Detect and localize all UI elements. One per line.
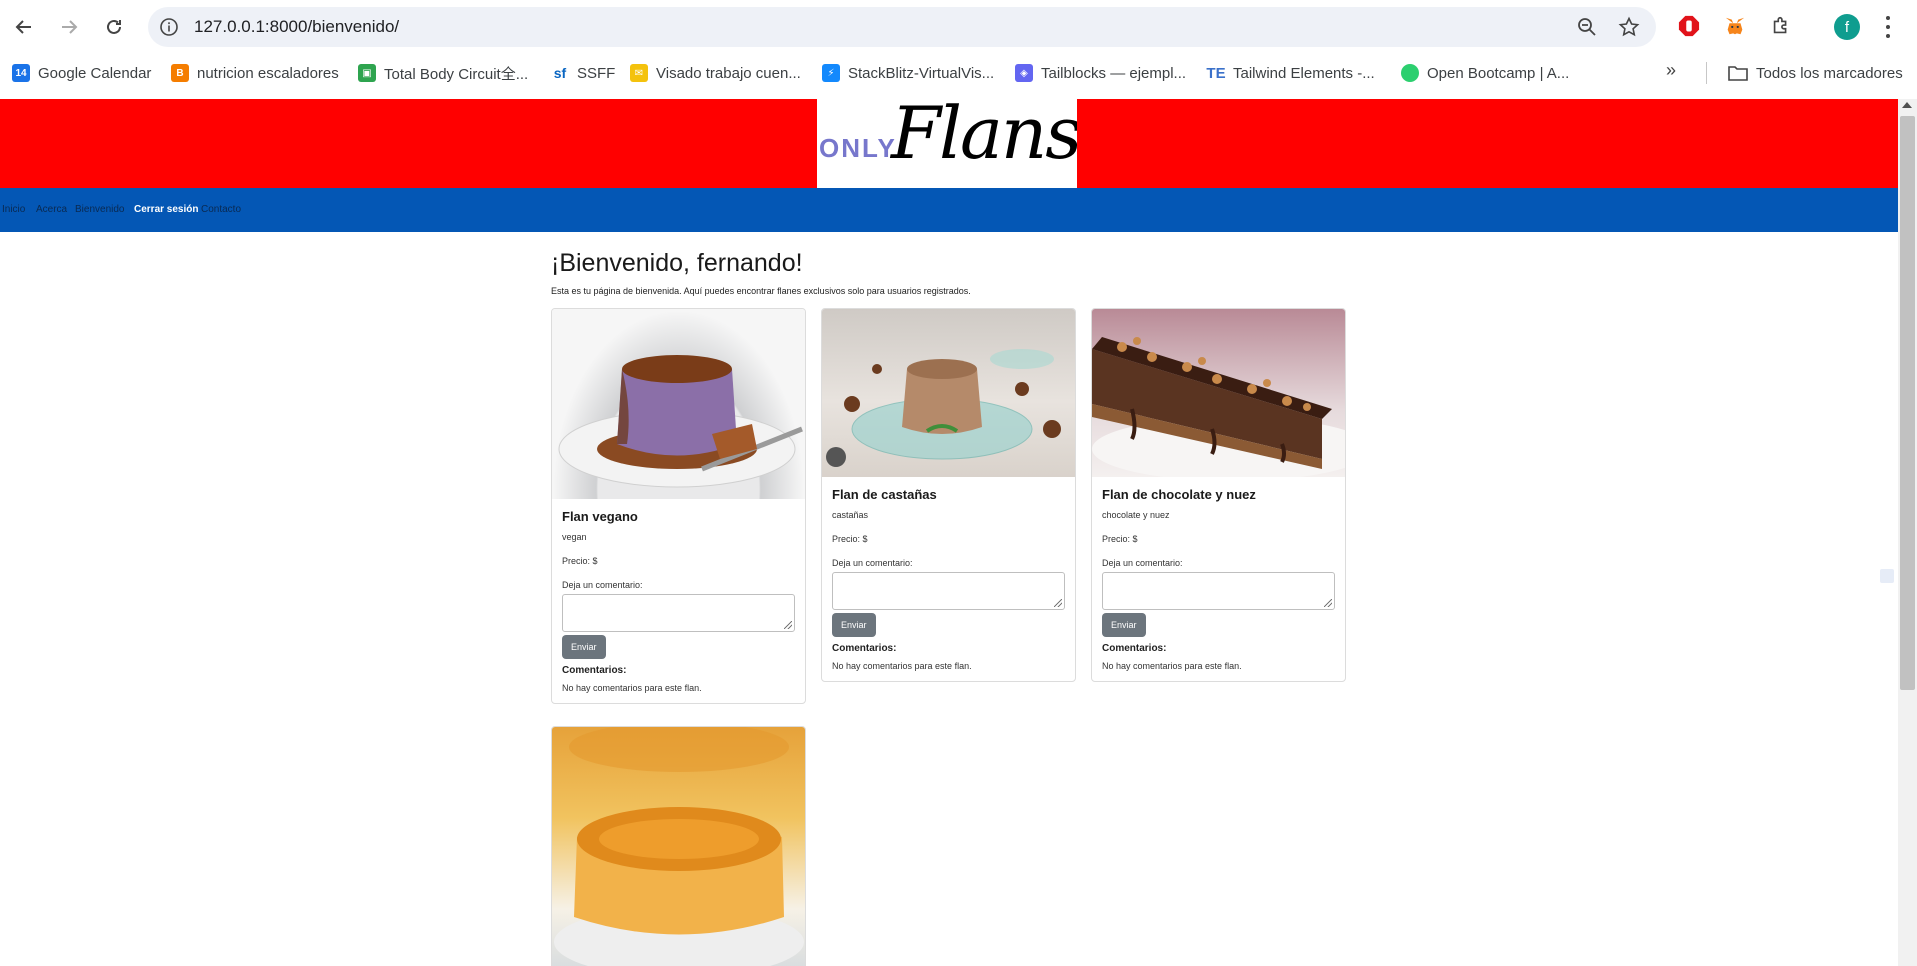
bookmark-nutricion-escaladores[interactable]: B nutricion escaladores xyxy=(171,62,339,84)
comment-label: Deja un comentario: xyxy=(562,580,643,590)
flan-price: Precio: $ xyxy=(1102,534,1138,544)
flan-card: Flan de chocolate y nuez chocolate y nue… xyxy=(1091,308,1346,682)
bookmarks-bar: 14 Google Calendar B nutricion escalador… xyxy=(0,58,1917,88)
site-header: ONLY Flans xyxy=(0,99,1898,188)
flan-image xyxy=(822,309,1075,477)
adblock-extension-icon[interactable] xyxy=(1676,13,1702,39)
blogger-icon: B xyxy=(171,64,189,82)
bolt-icon: ⚡ xyxy=(822,64,840,82)
bookmark-tailblocks[interactable]: ◈ Tailblocks — ejempl... xyxy=(1015,62,1186,84)
page-viewport: ONLY Flans Inicio Acerca Bienvenido Cerr… xyxy=(0,99,1898,966)
site-logo[interactable]: ONLY Flans xyxy=(817,99,1077,188)
flan-description: vegan xyxy=(562,532,587,542)
flan-card: Flan vegano vegan Precio: $ Deja un come… xyxy=(551,308,806,704)
zoom-icon[interactable] xyxy=(1576,16,1598,38)
bookmark-stackblitz[interactable]: ⚡ StackBlitz-VirtualVis... xyxy=(822,62,994,84)
site-navbar: Inicio Acerca Bienvenido Cerrar sesión C… xyxy=(0,188,1898,232)
blocks-icon: ◈ xyxy=(1015,64,1033,82)
back-button[interactable] xyxy=(8,11,40,43)
tablet-icon: ▣ xyxy=(358,64,376,82)
all-bookmarks-folder[interactable]: Todos los marcadores xyxy=(1728,62,1903,84)
submit-comment-button[interactable]: Enviar xyxy=(1102,613,1146,637)
reload-icon xyxy=(107,19,121,34)
reload-button[interactable] xyxy=(98,11,130,43)
extensions-puzzle-icon[interactable] xyxy=(1768,13,1794,39)
bookmark-total-body-circuit[interactable]: ▣ Total Body Circuit全... xyxy=(358,62,528,84)
flan-name: Flan de castañas xyxy=(832,487,937,502)
nav-link-acerca[interactable]: Acerca xyxy=(36,204,67,215)
flan-card: Flan de castañas castañas Precio: $ Deja… xyxy=(821,308,1076,682)
nav-link-cerrar-sesion[interactable]: Cerrar sesión xyxy=(134,204,198,215)
bookmark-star-icon[interactable] xyxy=(1618,16,1640,38)
page-title: ¡Bienvenido, fernando! xyxy=(551,249,803,277)
browser-menu-icon[interactable] xyxy=(1880,14,1896,40)
comment-textarea[interactable] xyxy=(1102,572,1335,610)
flan-price: Precio: $ xyxy=(832,534,868,544)
bookmark-google-calendar[interactable]: 14 Google Calendar xyxy=(12,62,151,84)
comments-heading: Comentarios: xyxy=(1102,643,1167,654)
calendar-icon: 14 xyxy=(12,64,30,82)
comments-heading: Comentarios: xyxy=(832,643,897,654)
sf-icon: sf xyxy=(551,64,569,82)
address-bar[interactable]: 127.0.0.1:8000/bienvenido/ xyxy=(148,7,1656,47)
resize-handle-icon[interactable] xyxy=(1054,599,1062,607)
no-comments-text: No hay comentarios para este flan. xyxy=(562,683,702,693)
scrollbar-thumb[interactable] xyxy=(1900,116,1915,690)
side-panel-icon[interactable] xyxy=(1880,569,1894,583)
profile-avatar[interactable]: f xyxy=(1834,14,1860,40)
submit-comment-button[interactable]: Enviar xyxy=(562,635,606,659)
mail-icon: ✉ xyxy=(630,64,648,82)
flan-card xyxy=(551,726,806,966)
nav-link-inicio[interactable]: Inicio xyxy=(2,204,25,215)
bookmark-tailwind-elements[interactable]: TE Tailwind Elements -... xyxy=(1206,62,1375,84)
bookmarks-overflow-chevron-icon[interactable]: » xyxy=(1666,60,1676,81)
ob-icon xyxy=(1401,64,1419,82)
welcome-lead: Esta es tu página de bienvenida. Aquí pu… xyxy=(551,286,971,296)
flan-image xyxy=(552,727,805,966)
bookmark-visado-trabajo[interactable]: ✉ Visado trabajo cuen... xyxy=(630,62,801,84)
forward-button[interactable] xyxy=(53,11,85,43)
comment-label: Deja un comentario: xyxy=(832,558,913,568)
no-comments-text: No hay comentarios para este flan. xyxy=(1102,661,1242,671)
metamask-extension-icon[interactable] xyxy=(1722,13,1748,39)
no-comments-text: No hay comentarios para este flan. xyxy=(832,661,972,671)
comment-label: Deja un comentario: xyxy=(1102,558,1183,568)
resize-handle-icon[interactable] xyxy=(1324,599,1332,607)
flan-price: Precio: $ xyxy=(562,556,598,566)
flan-description: chocolate y nuez xyxy=(1102,510,1170,520)
forward-arrow-icon xyxy=(62,20,78,34)
comments-heading: Comentarios: xyxy=(562,665,627,676)
scroll-up-arrow-icon[interactable] xyxy=(1902,102,1912,108)
resize-handle-icon[interactable] xyxy=(784,621,792,629)
comment-textarea[interactable] xyxy=(832,572,1065,610)
flan-name: Flan de chocolate y nuez xyxy=(1102,487,1256,502)
flan-image xyxy=(552,309,805,499)
browser-toolbar: 127.0.0.1:8000/bienvenido/ f xyxy=(0,0,1917,54)
flan-name: Flan vegano xyxy=(562,509,638,524)
bookmark-open-bootcamp[interactable]: Open Bootcamp | A... xyxy=(1401,62,1569,84)
flan-image xyxy=(1092,309,1345,477)
folder-icon xyxy=(1728,66,1748,81)
logo-only-text: ONLY xyxy=(819,133,897,163)
flan-description: castañas xyxy=(832,510,869,520)
back-arrow-icon xyxy=(15,20,31,34)
url-text[interactable]: 127.0.0.1:8000/bienvenido/ xyxy=(194,17,399,37)
logo-flans-text: Flans xyxy=(891,99,1077,175)
browser-chrome: 127.0.0.1:8000/bienvenido/ f 14 Google C… xyxy=(0,0,1917,99)
submit-comment-button[interactable]: Enviar xyxy=(832,613,876,637)
nav-link-bienvenido[interactable]: Bienvenido xyxy=(75,204,124,215)
site-info-icon[interactable] xyxy=(158,16,180,38)
bookmarks-divider xyxy=(1706,62,1707,84)
nav-link-contacto[interactable]: Contacto xyxy=(201,204,241,215)
te-icon: TE xyxy=(1206,64,1226,82)
bookmark-ssff[interactable]: sf SSFF xyxy=(551,62,615,84)
comment-textarea[interactable] xyxy=(562,594,795,632)
